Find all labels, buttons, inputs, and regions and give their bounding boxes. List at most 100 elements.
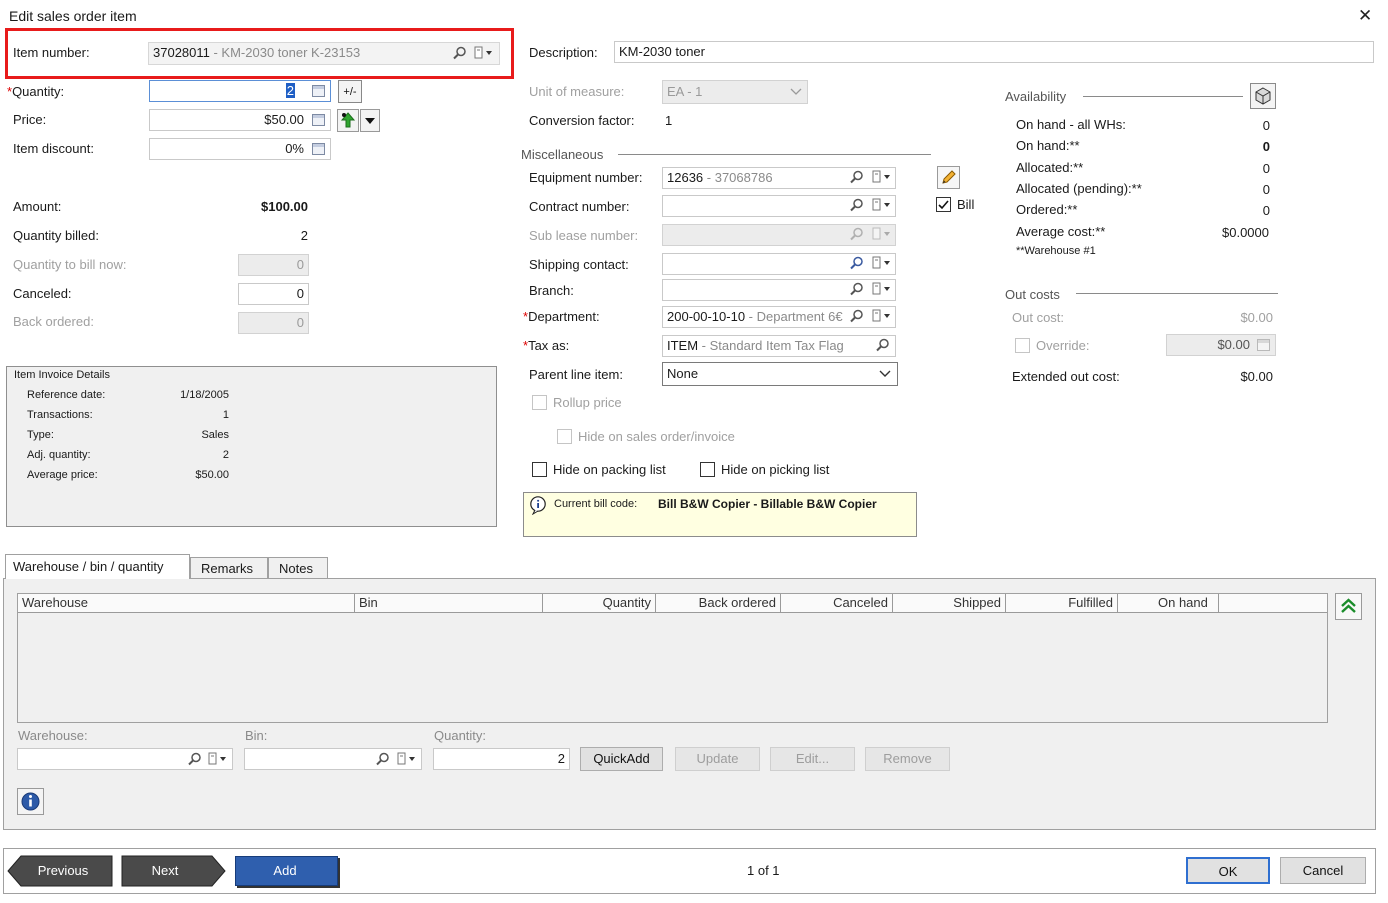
warehouse-grid[interactable]: Warehouse Bin Quantity Back ordered Canc… [17,593,1328,723]
col-fulfilled[interactable]: Fulfilled [1006,594,1118,612]
conversion-factor-label: Conversion factor: [529,113,635,128]
edit-button[interactable]: Edit... [770,747,855,771]
amount-value: $100.00 [261,199,308,214]
add-button[interactable]: Add [235,856,335,886]
info-bubble-icon [530,496,546,515]
discount-calculator-icon[interactable] [312,143,325,155]
quantity-calculator-icon[interactable] [312,85,325,97]
bill-checkbox[interactable] [936,197,951,212]
info-icon[interactable] [17,788,44,815]
dialog-title: Edit sales order item [9,8,137,24]
branch-menu-icon[interactable] [872,282,892,296]
invoice-ref-date-value: 1/18/2005 [180,389,229,401]
extended-out-cost-label: Extended out cost: [1012,369,1120,384]
discount-label: Item discount: [13,141,94,156]
shipping-contact-menu-icon[interactable] [872,256,892,270]
price-calculator-icon[interactable] [312,114,325,126]
bin-entry-field[interactable] [244,748,422,770]
out-costs-divider [1076,293,1278,294]
override-label: Override: [1036,338,1090,353]
parent-line-item-chevron-icon[interactable] [879,369,891,379]
price-lookup-icon[interactable] [337,109,359,132]
cancel-button[interactable]: Cancel [1280,857,1366,884]
update-button[interactable]: Update [675,747,760,771]
price-dropdown-icon[interactable] [360,109,380,132]
collapse-chevron-up-icon[interactable] [1335,593,1362,620]
unit-of-measure-label: Unit of measure: [529,84,625,99]
item-menu-icon[interactable] [474,46,494,60]
col-warehouse[interactable]: Warehouse [18,594,355,612]
equipment-number-description: - 37068786 [703,170,773,185]
close-icon[interactable]: ✕ [1358,6,1372,26]
col-shipped[interactable]: Shipped [893,594,1006,612]
warehouse-entry-label: Warehouse: [18,728,88,743]
shipping-contact-search-icon[interactable] [850,256,864,270]
back-ordered-field: 0 [238,312,309,334]
tax-as-search-icon[interactable] [876,338,890,352]
package-cube-icon[interactable] [1250,83,1276,109]
item-number-field[interactable]: 37028011 - KM-2030 toner K-23153 [148,42,500,65]
col-bin[interactable]: Bin [355,594,543,612]
quantity-entry-field[interactable]: 2 [433,748,570,770]
warehouse-menu-icon[interactable] [208,752,228,766]
quickadd-button[interactable]: QuickAdd [580,747,663,771]
invoice-transactions-value: 1 [222,409,229,421]
invoice-type-label: Type: [27,429,54,441]
quantity-entry-label: Quantity: [434,728,487,743]
ordered-label: Ordered:** [1016,202,1078,217]
tab-remarks[interactable]: Remarks [190,557,268,579]
hide-on-picking-list-checkbox[interactable] [700,462,715,477]
contract-search-icon[interactable] [850,198,864,212]
next-button[interactable]: Next [122,856,208,886]
col-on-hand[interactable]: On hand [1118,594,1219,612]
col-quantity[interactable]: Quantity [543,594,656,612]
override-checkbox [1015,338,1030,353]
average-cost-value: $0.0000 [1222,225,1269,240]
department-menu-icon[interactable] [872,309,892,323]
allocated-pending-label: Allocated (pending):** [1016,181,1142,196]
hide-on-packing-list-checkbox[interactable] [532,462,547,477]
tax-as-field[interactable]: ITEM - Standard Item Tax Flag [662,335,896,357]
item-search-icon[interactable] [453,46,467,60]
branch-search-icon[interactable] [850,282,864,296]
miscellaneous-title: Miscellaneous [521,147,604,162]
equipment-edit-pencil-icon[interactable] [937,166,960,189]
equipment-search-icon[interactable] [850,170,864,184]
miscellaneous-divider [618,154,931,155]
allocated-value: 0 [1262,161,1270,176]
quantity-billed-label: Quantity billed: [13,228,99,243]
department-search-icon[interactable] [850,309,864,323]
page-indicator: 1 of 1 [747,863,780,878]
canceled-field[interactable]: 0 [238,283,309,305]
equipment-number-value: 12636 [667,170,704,185]
bin-search-icon[interactable] [376,752,390,766]
contract-menu-icon[interactable] [872,198,892,212]
bill-code-value: Bill B&W Copier - Billable B&W Copier [658,497,877,511]
col-back-ordered[interactable]: Back ordered [656,594,781,612]
parent-line-item-label: Parent line item: [529,367,623,382]
tab-notes[interactable]: Notes [268,557,328,579]
discount-field[interactable]: 0% [149,138,331,160]
equipment-menu-icon[interactable] [872,170,892,184]
remove-button[interactable]: Remove [865,747,950,771]
quantity-field[interactable]: 2 [149,80,331,102]
ok-button[interactable]: OK [1186,857,1270,884]
bill-code-label: Current bill code: [554,498,638,510]
on-hand-label: On hand:** [1016,138,1080,153]
out-costs-title: Out costs [1005,287,1060,302]
quantity-sign-toggle-button[interactable]: +/- [338,80,362,103]
description-field[interactable]: KM-2030 toner [614,41,1374,63]
col-canceled[interactable]: Canceled [781,594,893,612]
back-ordered-label: Back ordered: [13,314,94,329]
tab-warehouse-bin-quantity[interactable]: Warehouse / bin / quantity [5,554,190,579]
bin-menu-icon[interactable] [397,752,417,766]
parent-line-item-select[interactable]: None [662,362,898,386]
bill-label: Bill [957,197,975,212]
price-field[interactable]: $50.00 [149,109,331,131]
invoice-ref-date-label: Reference date: [27,389,106,401]
override-calculator-icon [1257,339,1270,351]
discount-value: 0% [285,141,304,156]
warehouse-search-icon[interactable] [188,752,202,766]
previous-button[interactable]: Previous [20,856,106,886]
on-hand-value: 0 [1262,139,1270,154]
